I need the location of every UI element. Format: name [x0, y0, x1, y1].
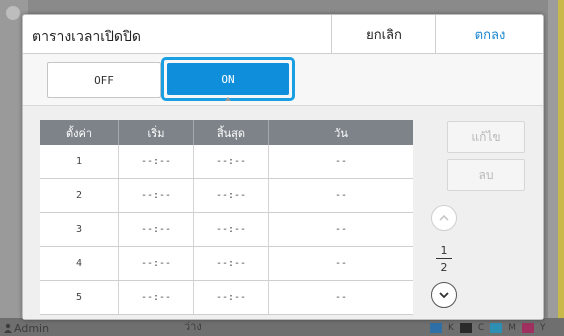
ink-square-icon — [430, 323, 442, 333]
page-down-button[interactable] — [431, 282, 457, 308]
on-off-toggle: OFF ON — [23, 54, 543, 106]
page-current: 1 — [440, 244, 448, 257]
table-row[interactable]: 5 --:-- --:-- -- — [40, 280, 413, 315]
cell-end: --:-- — [193, 212, 269, 247]
cell-end: --:-- — [193, 246, 269, 281]
cell-setting: 2 — [40, 178, 119, 213]
cell-setting: 1 — [40, 145, 119, 179]
cell-end: --:-- — [193, 145, 269, 179]
edit-button[interactable]: แก้ไข — [447, 121, 525, 153]
ink-label-k: K — [448, 323, 454, 333]
cell-setting: 3 — [40, 212, 119, 247]
cell-day: -- — [268, 178, 413, 213]
ink-yellow-bar — [558, 0, 564, 336]
cell-start: --:-- — [118, 145, 194, 179]
table-row[interactable]: 1 --:-- --:-- -- — [40, 145, 413, 179]
table-row[interactable]: 2 --:-- --:-- -- — [40, 178, 413, 213]
gear-icon — [6, 6, 20, 20]
cell-day: -- — [268, 280, 413, 315]
cell-setting: 5 — [40, 280, 119, 315]
ink-square-icon — [490, 323, 503, 333]
cell-start: --:-- — [118, 212, 194, 247]
cell-day: -- — [268, 212, 413, 247]
ink-levels: K C M Y — [430, 323, 545, 333]
header-end: สิ้นสุด — [193, 120, 269, 145]
off-button[interactable]: OFF — [47, 62, 161, 98]
page-divider — [436, 258, 452, 259]
chevron-down-icon — [439, 292, 449, 299]
dialog-title: ตารางเวลาเปิดปิด — [32, 29, 141, 45]
table-header: ตั้งค่า เริ่ม สิ้นสุด วัน — [40, 120, 413, 145]
header-day: วัน — [268, 120, 413, 145]
ink-label-y: Y — [539, 323, 546, 333]
ink-label-m: M — [508, 323, 516, 333]
table-row[interactable]: 3 --:-- --:-- -- — [40, 212, 413, 247]
page-up-button[interactable] — [431, 205, 457, 231]
chevron-up-icon — [439, 214, 449, 221]
table-row[interactable]: 4 --:-- --:-- -- — [40, 246, 413, 281]
cell-end: --:-- — [193, 178, 269, 213]
cell-day: -- — [268, 246, 413, 281]
person-icon — [4, 323, 12, 333]
dialog-titlebar: ตารางเวลาเปิดปิด ยกเลิก ตกลง — [23, 15, 543, 54]
selected-indicator-icon — [225, 97, 231, 101]
cell-day: -- — [268, 145, 413, 179]
cell-end: --:-- — [193, 280, 269, 315]
schedule-table: ตั้งค่า เริ่ม สิ้นสุด วัน 1 --:-- --:-- … — [40, 120, 413, 315]
ok-button[interactable]: ตกลง — [435, 15, 544, 53]
ink-square-icon — [459, 323, 472, 333]
on-button[interactable]: ON — [167, 63, 289, 95]
user-name: Admin — [14, 322, 50, 335]
cell-start: --:-- — [118, 280, 194, 315]
cancel-button[interactable]: ยกเลิก — [331, 15, 436, 53]
ink-label-c: C — [477, 323, 485, 333]
schedule-dialog: ตารางเวลาเปิดปิด ยกเลิก ตกลง OFF ON ตั้ง… — [22, 14, 544, 320]
header-setting: ตั้งค่า — [40, 120, 119, 145]
cell-setting: 4 — [40, 246, 119, 281]
status-bar: Admin ว่าง K C M Y — [0, 318, 564, 336]
ink-square-icon — [521, 323, 534, 333]
page-total: 2 — [440, 261, 448, 274]
cell-start: --:-- — [118, 246, 194, 281]
cell-start: --:-- — [118, 178, 194, 213]
header-start: เริ่ม — [118, 120, 194, 145]
schedule-content: ตั้งค่า เริ่ม สิ้นสุด วัน 1 --:-- --:-- … — [23, 106, 543, 319]
delete-button[interactable]: ลบ — [447, 159, 525, 191]
